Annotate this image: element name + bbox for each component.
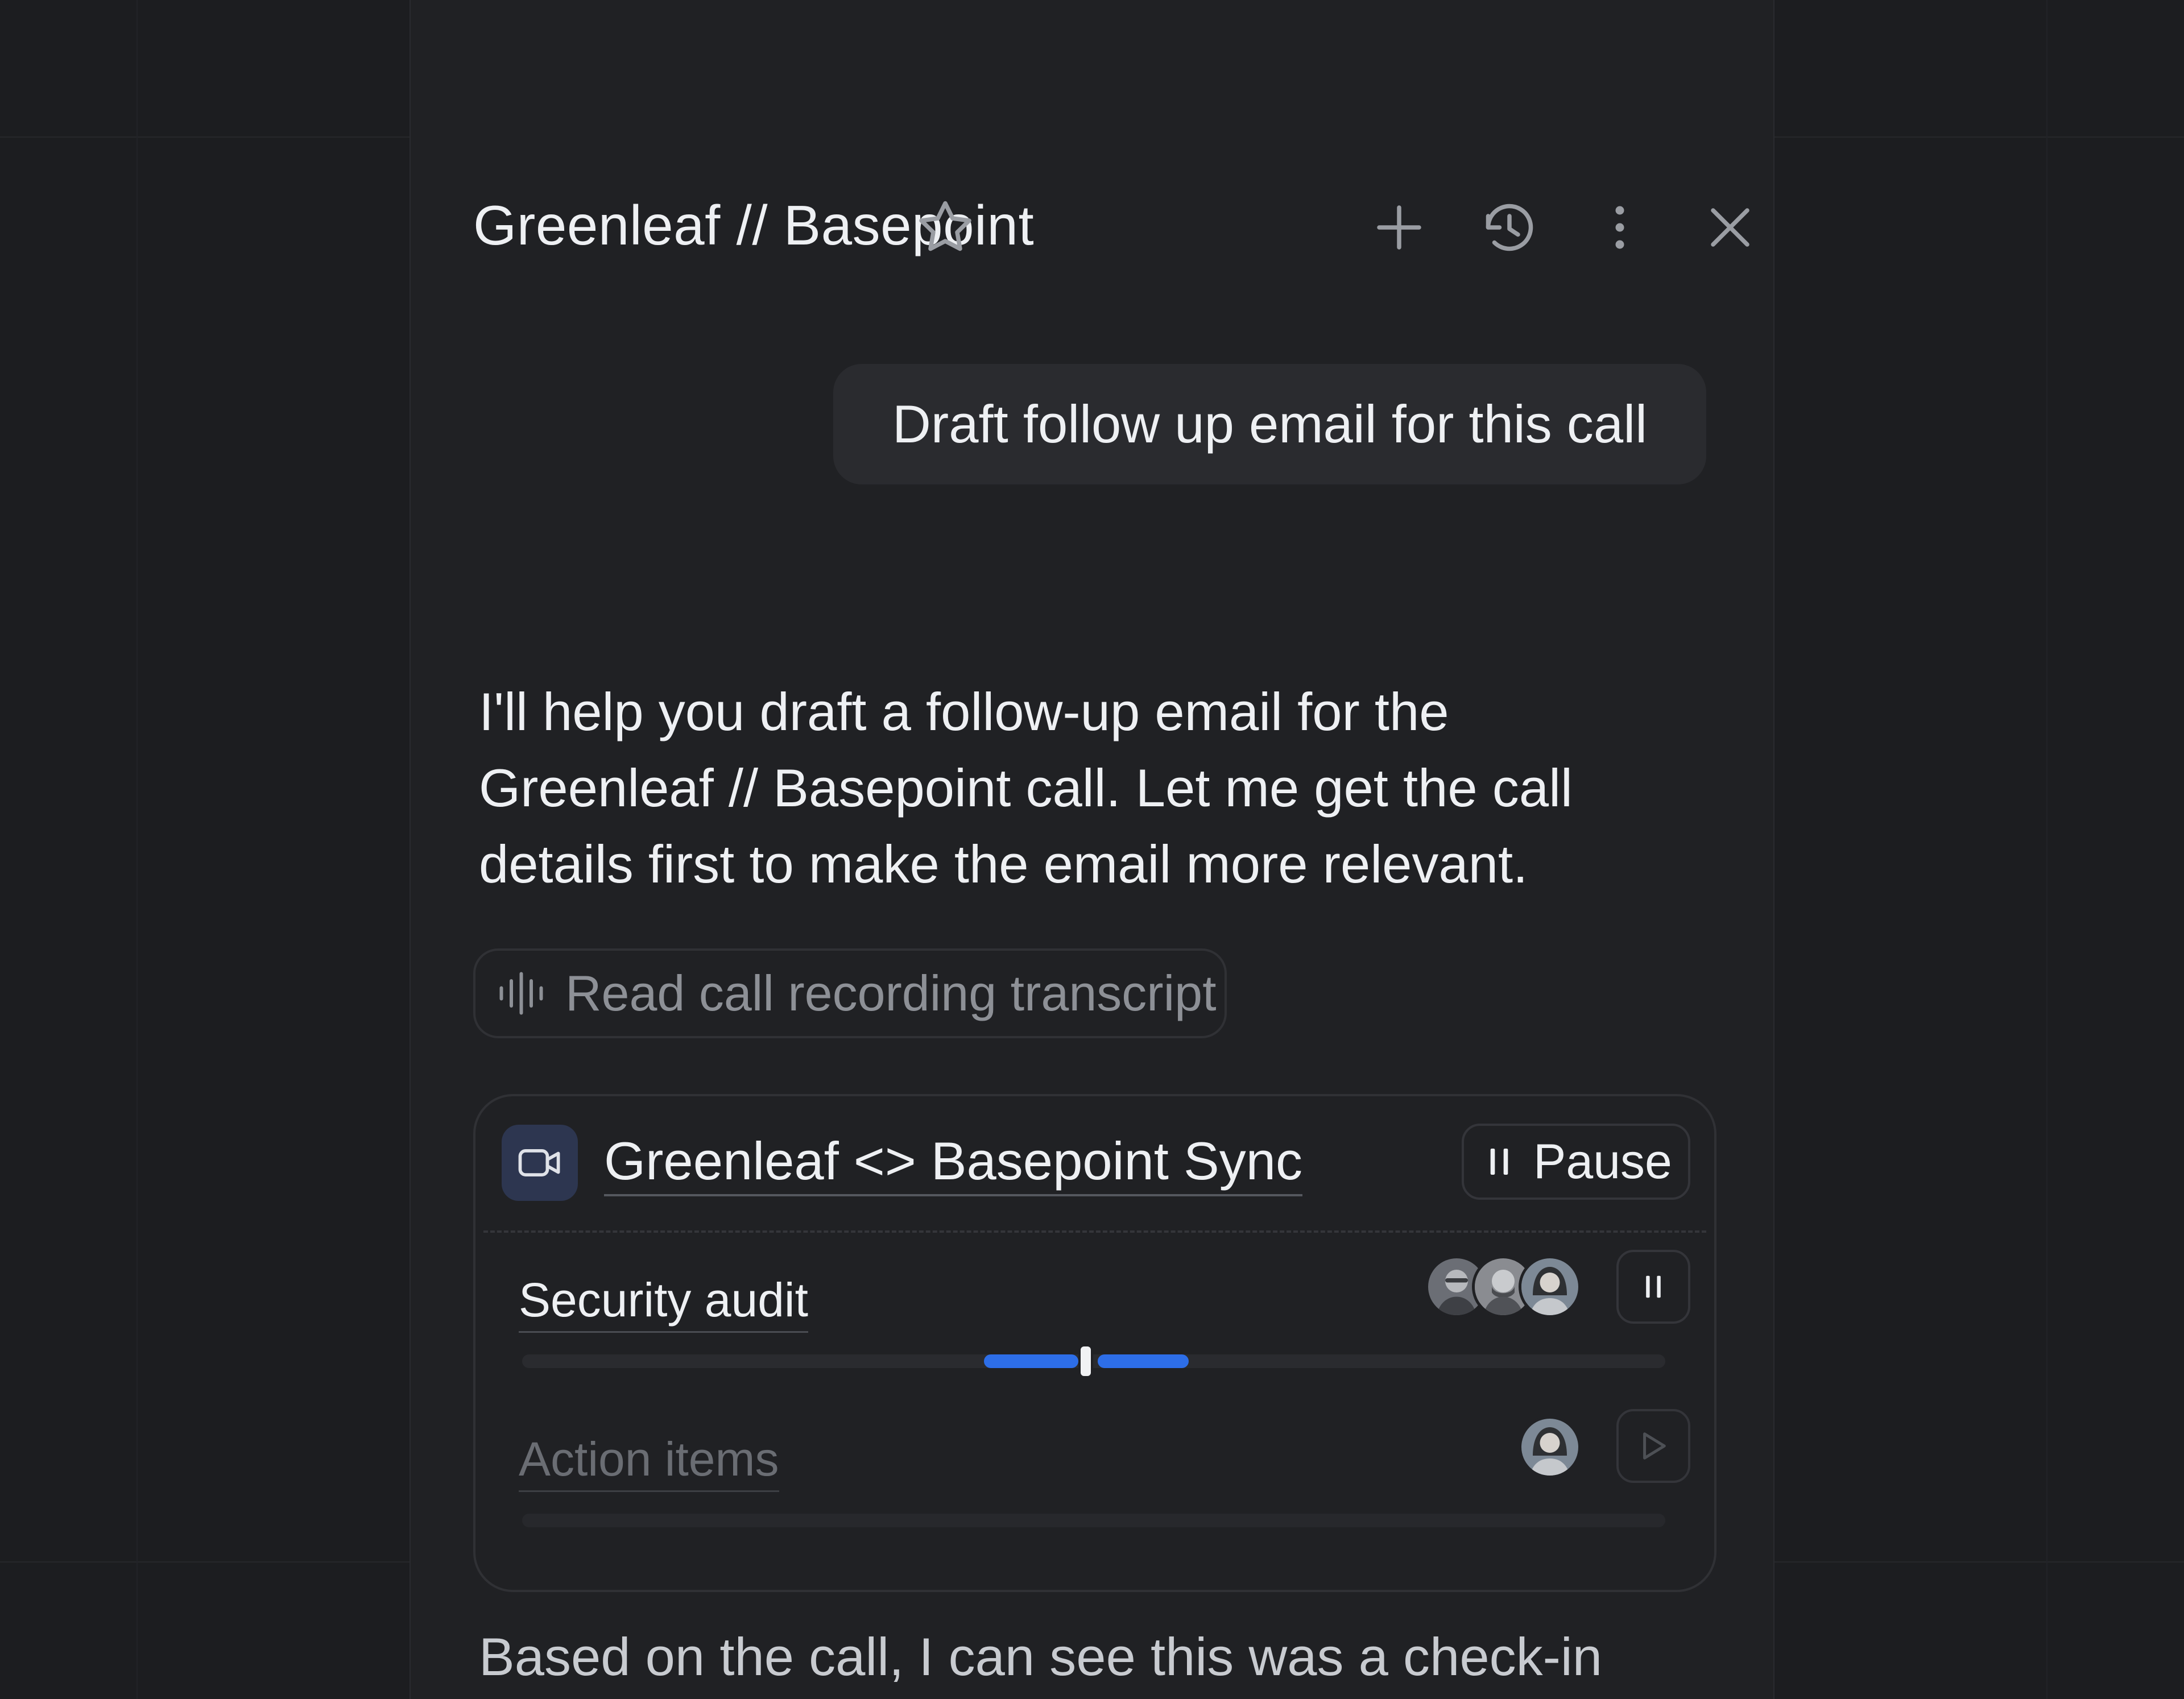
scrub-handle[interactable] <box>1078 1344 1093 1378</box>
chat-panel: Greenleaf // Basepoint Draft follow up e… <box>410 0 1774 1699</box>
recording-title-link[interactable]: Greenleaf <> Basepoint Sync <box>604 1130 1303 1196</box>
segment-label[interactable]: Security audit <box>519 1273 808 1333</box>
plus-icon[interactable] <box>1365 193 1433 262</box>
card-header: Greenleaf <> Basepoint Sync Pause <box>475 1096 1714 1233</box>
pause-icon <box>1490 1149 1508 1175</box>
video-icon <box>502 1125 578 1201</box>
segment-row: Security audit <box>519 1250 1690 1398</box>
user-message-bubble: Draft follow up email for this call <box>833 364 1706 484</box>
waveform-icon <box>499 972 543 1015</box>
assistant-message: I'll help you draft a follow-up email fo… <box>479 674 1730 902</box>
playback-progress-right <box>1098 1354 1189 1368</box>
segment-label[interactable]: Action items <box>519 1432 779 1492</box>
chat-header: Greenleaf // Basepoint <box>473 188 1749 267</box>
assistant-line: I'll help you draft a follow-up email fo… <box>479 682 1449 741</box>
tool-call-label: Read call recording transcript <box>565 965 1217 1021</box>
grid-line <box>136 0 138 1699</box>
app-canvas: Greenleaf // Basepoint Draft follow up e… <box>0 0 2184 1699</box>
segment-pause-button[interactable] <box>1616 1250 1690 1324</box>
pause-icon <box>1646 1275 1661 1298</box>
star-icon[interactable] <box>911 193 979 262</box>
segment-progress-track[interactable] <box>522 1354 1665 1368</box>
grid-line <box>2046 0 2048 1699</box>
tool-call-chip[interactable]: Read call recording transcript <box>473 948 1227 1038</box>
assistant-line: details first to make the email more rel… <box>479 834 1528 894</box>
history-icon[interactable] <box>1475 193 1544 262</box>
play-icon <box>1643 1432 1666 1460</box>
assistant-line: Greenleaf // Basepoint call. Let me get … <box>479 758 1573 818</box>
call-recording-card: Greenleaf <> Basepoint Sync Pause Securi… <box>473 1094 1716 1592</box>
divider <box>483 1230 1706 1233</box>
pause-label: Pause <box>1533 1134 1672 1189</box>
segment-play-button[interactable] <box>1616 1409 1690 1483</box>
more-vertical-icon[interactable] <box>1586 193 1654 262</box>
participant-avatar <box>1519 1416 1581 1478</box>
participant-avatar <box>1519 1255 1581 1318</box>
segment-row: Action items <box>519 1409 1690 1557</box>
close-icon[interactable] <box>1696 193 1764 262</box>
segment-progress-track[interactable] <box>522 1514 1665 1527</box>
pause-button[interactable]: Pause <box>1462 1124 1690 1200</box>
assistant-continuation: Based on the call, I can see this was a … <box>479 1627 1603 1686</box>
playback-progress-left <box>984 1354 1078 1368</box>
